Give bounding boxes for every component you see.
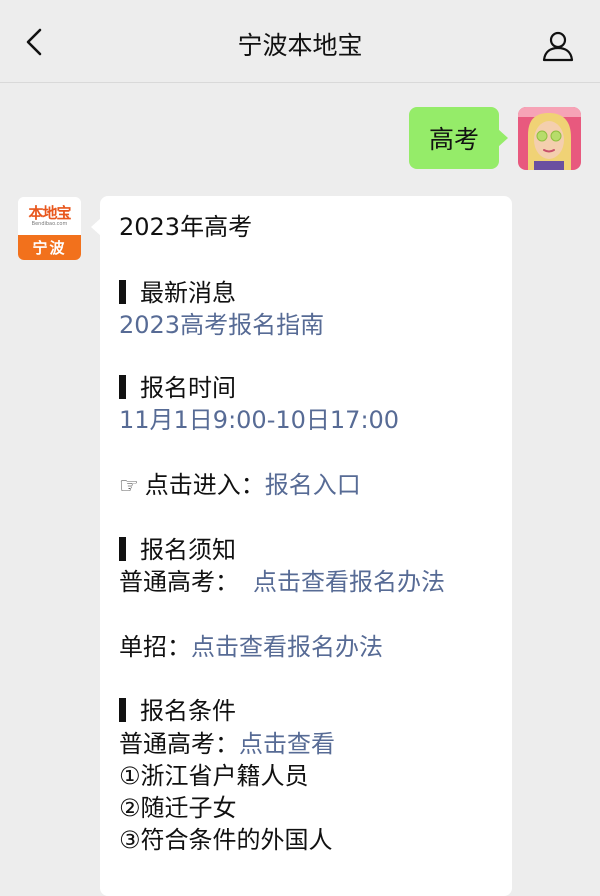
user-message-bubble[interactable]: 高考 — [409, 107, 508, 169]
condition-item: ②随迁子女 — [119, 794, 237, 822]
avatar-image — [518, 107, 581, 170]
section-latest-news: 最新消息 — [119, 278, 236, 308]
conditions-link[interactable]: 点击查看 — [239, 730, 335, 758]
enter-label: 点击进入： — [144, 471, 265, 499]
section-registration-conditions: 报名条件 — [119, 696, 236, 726]
section-registration-time: 报名时间 — [119, 373, 236, 403]
logo-city: 宁波 — [18, 235, 81, 260]
section-registration-notice: 报名须知 — [119, 535, 236, 565]
logo-subtitle: Bendibao.com — [31, 221, 68, 227]
section-bar-icon — [119, 280, 126, 304]
bot-avatar[interactable]: 本地宝 Bendibao.com 宁波 — [18, 197, 81, 260]
user-message-text: 高考 — [428, 125, 479, 154]
profile-button[interactable] — [538, 26, 578, 66]
top-bar: 宁波本地宝 — [0, 0, 600, 83]
person-icon — [542, 31, 574, 62]
pointing-hand-icon: ☞ — [119, 474, 139, 499]
single-recruit-row: 单招：点击查看报名办法 — [119, 632, 383, 662]
conditions-label: 普通高考： — [119, 730, 239, 758]
user-avatar[interactable] — [518, 107, 581, 170]
condition-item: ③符合条件的外国人 — [119, 826, 333, 854]
message-heading: 2023年高考 — [119, 213, 253, 241]
page-title: 宁波本地宝 — [237, 31, 363, 60]
section-bar-icon — [119, 375, 126, 399]
bot-message-bubble: 2023年高考 最新消息 2023高考报名指南 报名时间 11月1日9:00-1… — [91, 196, 512, 896]
section-title: 报名条件 — [140, 697, 236, 725]
ordinary-exam-label: 普通高考： — [119, 568, 239, 596]
registration-time-value: 11月1日9:00-10日17:00 — [119, 406, 400, 434]
section-bar-icon — [119, 537, 126, 561]
single-recruit-label: 单招： — [119, 633, 191, 661]
logo-text: 本地宝 — [28, 204, 71, 222]
single-recruit-link[interactable]: 点击查看报名办法 — [191, 633, 383, 661]
ordinary-exam-link[interactable]: 点击查看报名办法 — [253, 568, 445, 596]
ordinary-exam-row: 普通高考： 点击查看报名办法 — [119, 567, 445, 597]
condition-item: ①浙江省户籍人员 — [119, 762, 309, 790]
section-title: 报名时间 — [140, 374, 236, 402]
registration-entry-link[interactable]: 报名入口 — [265, 471, 361, 499]
section-bar-icon — [119, 698, 126, 722]
section-title: 最新消息 — [140, 279, 236, 307]
section-title: 报名须知 — [140, 536, 236, 564]
registration-guide-link[interactable]: 2023高考报名指南 — [119, 310, 324, 340]
enter-row: ☞ 点击进入：报名入口 — [119, 470, 361, 502]
conditions-row: 普通高考：点击查看 — [119, 729, 335, 759]
bendibao-logo: 本地宝 Bendibao.com — [18, 197, 81, 235]
